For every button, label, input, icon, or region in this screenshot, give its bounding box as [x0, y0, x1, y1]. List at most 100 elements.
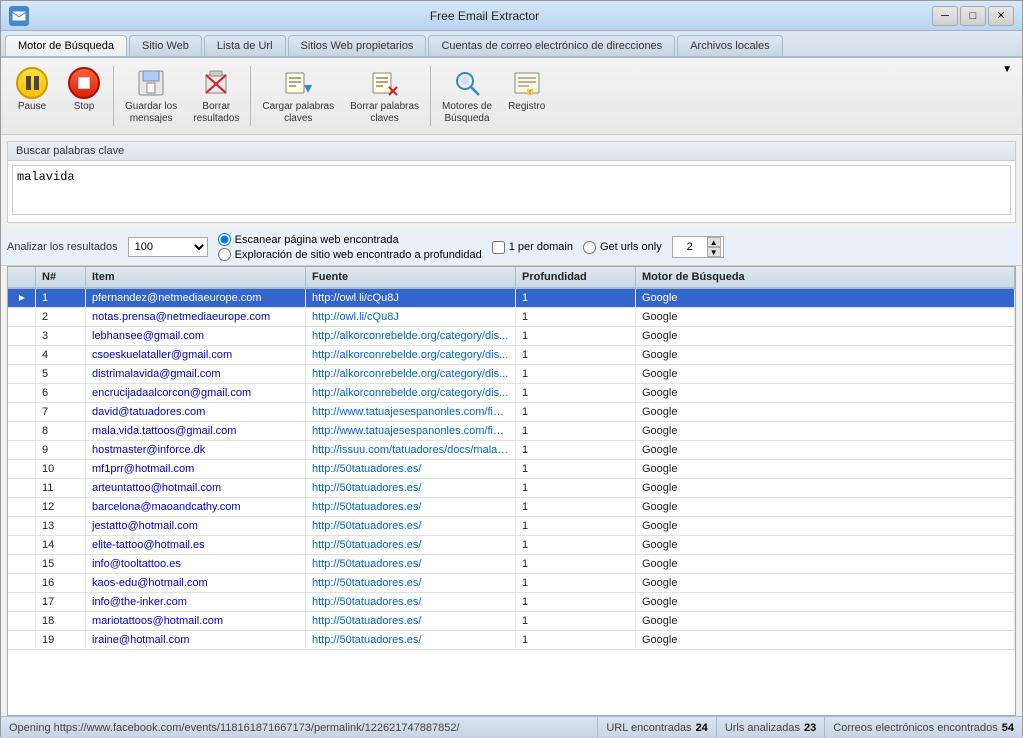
- row-depth: 1: [516, 422, 636, 440]
- row-email: notas.prensa@netmediaeurope.com: [86, 308, 306, 326]
- row-source: http://50tatuadores.es/: [306, 593, 516, 611]
- depth-up-arrow[interactable]: ▲: [707, 237, 721, 247]
- table-row[interactable]: 12barcelona@maoandcathy.comhttp://50tatu…: [8, 498, 1015, 517]
- row-indicator: [8, 365, 36, 383]
- tab-sitio-web[interactable]: Sitio Web: [129, 35, 202, 56]
- close-button[interactable]: ✕: [988, 6, 1014, 26]
- title-bar: Free Email Extractor ─ □ ✕: [1, 1, 1022, 31]
- row-depth: 1: [516, 555, 636, 573]
- table-row[interactable]: 8mala.vida.tattoos@gmail.comhttp://www.t…: [8, 422, 1015, 441]
- delete-keywords-button[interactable]: Borrar palabras claves: [343, 62, 426, 130]
- stop-icon: [68, 67, 100, 99]
- row-number: 17: [36, 593, 86, 611]
- content-area: Buscar palabras clave malavida Analizar …: [1, 135, 1022, 716]
- tab-bar: Motor de Búsqueda Sitio Web Lista de Url…: [1, 31, 1022, 58]
- table-row[interactable]: 13jestatto@hotmail.comhttp://50tatuadore…: [8, 517, 1015, 536]
- table-row[interactable]: 17info@the-inker.comhttp://50tatuadores.…: [8, 593, 1015, 612]
- radio-scan[interactable]: [218, 233, 231, 246]
- table-row[interactable]: 4csoeskuelataller@gmail.comhttp://alkorc…: [8, 346, 1015, 365]
- table-row[interactable]: 10mf1prr@hotmail.comhttp://50tatuadores.…: [8, 460, 1015, 479]
- pause-label: Pause: [18, 101, 46, 113]
- pause-button[interactable]: Pause: [7, 62, 57, 118]
- table-row[interactable]: 6encrucijadaalcorcon@gmail.comhttp://alk…: [8, 384, 1015, 403]
- save-messages-button[interactable]: Guardar los mensajes: [118, 62, 184, 130]
- stop-label: Stop: [74, 101, 95, 113]
- search-section: Buscar palabras clave malavida: [7, 141, 1016, 223]
- row-search-engine: Google: [636, 308, 1015, 326]
- table-row[interactable]: 15info@tooltattoo.eshttp://50tatuadores.…: [8, 555, 1015, 574]
- table-row[interactable]: 7david@tatuadores.comhttp://www.tatuajes…: [8, 403, 1015, 422]
- depth-down-arrow[interactable]: ▼: [707, 247, 721, 257]
- per-domain-checkbox[interactable]: [492, 241, 505, 254]
- log-button[interactable]: Registro: [501, 62, 552, 118]
- row-email: hostmaster@inforce.dk: [86, 441, 306, 459]
- row-search-engine: Google: [636, 555, 1015, 573]
- status-emails-segment: Correos electrónicos encontrados 54: [825, 717, 1022, 738]
- row-email: mala.vida.tattoos@gmail.com: [86, 422, 306, 440]
- row-source: http://50tatuadores.es/: [306, 479, 516, 497]
- row-source: http://alkorconrebelde.org/category/dis.…: [306, 384, 516, 402]
- depth-input[interactable]: [675, 241, 705, 253]
- row-email: lebhansee@gmail.com: [86, 327, 306, 345]
- delete-results-button[interactable]: Borrar resultados: [186, 62, 246, 130]
- row-search-engine: Google: [636, 631, 1015, 649]
- row-indicator: [8, 384, 36, 402]
- table-row[interactable]: 19iraine@hotmail.comhttp://50tatuadores.…: [8, 631, 1015, 650]
- search-input[interactable]: malavida: [12, 165, 1011, 215]
- depth-control: ▲ ▼: [672, 236, 724, 258]
- row-indicator: [8, 536, 36, 554]
- row-email: pfernandez@netmediaeurope.com: [86, 289, 306, 307]
- window-controls: ─ □ ✕: [932, 6, 1014, 26]
- get-urls-row: Get urls only: [583, 241, 662, 254]
- tab-lista-url[interactable]: Lista de Url: [204, 35, 286, 56]
- table-row[interactable]: 2notas.prensa@netmediaeurope.comhttp://o…: [8, 308, 1015, 327]
- row-source: http://www.tatuajesespanonles.com/fich..…: [306, 422, 516, 440]
- table-row[interactable]: 14elite-tattoo@hotmail.eshttp://50tatuad…: [8, 536, 1015, 555]
- table-row[interactable]: 3lebhansee@gmail.comhttp://alkorconrebel…: [8, 327, 1015, 346]
- row-search-engine: Google: [636, 612, 1015, 630]
- col-motor: Motor de Búsqueda: [636, 267, 1015, 287]
- row-depth: 1: [516, 308, 636, 326]
- radio-explore[interactable]: [218, 248, 231, 261]
- row-email: mf1prr@hotmail.com: [86, 460, 306, 478]
- pause-icon: [16, 67, 48, 99]
- row-indicator: [8, 593, 36, 611]
- load-keywords-button[interactable]: Cargar palabras claves: [255, 62, 341, 130]
- tab-cuentas-correo[interactable]: Cuentas de correo electrónico de direcci…: [428, 35, 675, 56]
- table-row[interactable]: 1pfernandez@netmediaeurope.comhttp://owl…: [8, 289, 1015, 308]
- table-row[interactable]: 5distrimalavida@gmail.comhttp://alkorcon…: [8, 365, 1015, 384]
- delete-keywords-icon: [369, 67, 401, 99]
- tab-motor-busqueda[interactable]: Motor de Búsqueda: [5, 35, 127, 56]
- table-row[interactable]: 16kaos-edu@hotmail.comhttp://50tatuadore…: [8, 574, 1015, 593]
- row-email: mariotattoos@hotmail.com: [86, 612, 306, 630]
- toolbar-expand[interactable]: ▼: [998, 62, 1016, 77]
- search-engines-button[interactable]: Motores de Búsqueda: [435, 62, 499, 130]
- analyze-count-select[interactable]: 100 200 500 1000: [128, 237, 208, 257]
- col-n: N#: [36, 267, 86, 287]
- stop-button[interactable]: Stop: [59, 62, 109, 118]
- log-label: Registro: [508, 101, 545, 113]
- search-engines-icon: [451, 67, 483, 99]
- tab-sitios-propietarios[interactable]: Sitios Web propietarios: [288, 35, 427, 56]
- minimize-button[interactable]: ─: [932, 6, 958, 26]
- row-indicator: [8, 327, 36, 345]
- toolbar-divider-1: [113, 66, 114, 126]
- row-search-engine: Google: [636, 460, 1015, 478]
- analyze-label: Analizar los resultados: [7, 241, 118, 253]
- table-row[interactable]: 11arteuntattoo@hotmail.comhttp://50tatua…: [8, 479, 1015, 498]
- table-row[interactable]: 18mariotattoos@hotmail.comhttp://50tatua…: [8, 612, 1015, 631]
- row-indicator: [8, 612, 36, 630]
- status-bar: Opening https://www.facebook.com/events/…: [1, 716, 1022, 738]
- tab-archivos-locales[interactable]: Archivos locales: [677, 35, 782, 56]
- maximize-button[interactable]: □: [960, 6, 986, 26]
- table-row[interactable]: 9hostmaster@inforce.dkhttp://issuu.com/t…: [8, 441, 1015, 460]
- urls-found-label: URL encontradas: [606, 722, 691, 734]
- row-indicator: [8, 346, 36, 364]
- row-search-engine: Google: [636, 327, 1015, 345]
- radio-get-urls[interactable]: [583, 241, 596, 254]
- row-depth: 1: [516, 536, 636, 554]
- row-number: 13: [36, 517, 86, 535]
- row-depth: 1: [516, 441, 636, 459]
- row-number: 7: [36, 403, 86, 421]
- col-profundidad: Profundidad: [516, 267, 636, 287]
